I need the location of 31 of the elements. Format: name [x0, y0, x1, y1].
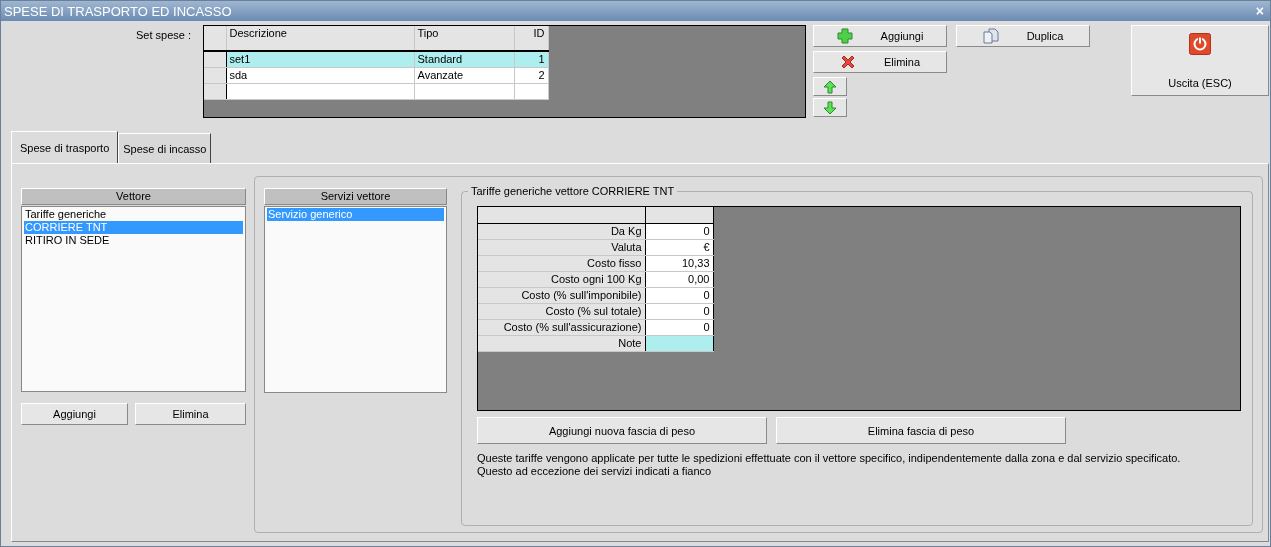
down-arrow-icon [823, 100, 837, 115]
move-up-button[interactable] [813, 77, 847, 96]
list-header: Vettore [21, 188, 246, 205]
window-title: SPESE DI TRASPORTO ED INCASSO [4, 3, 232, 19]
move-down-button[interactable] [813, 98, 847, 117]
fieldset-title: Tariffe generiche vettore CORRIERE TNT [468, 185, 678, 197]
power-icon [1189, 32, 1211, 55]
close-icon [839, 54, 856, 70]
up-arrow-icon [823, 79, 837, 94]
list-header: Servizi vettore [264, 188, 447, 205]
plus-icon [836, 28, 853, 44]
add-button[interactable]: Aggiungi [21, 403, 128, 425]
info-text: Queste tariffe vengono applicate per tutte le spedizioni effettuate con il vettore specifico, indipendentemente dalla zona e dal servizio specificato. [477, 452, 1182, 465]
column-header: Descrizione [226, 26, 414, 51]
add-band-button[interactable]: Aggiungi nuova fascia di peso [477, 417, 767, 444]
info-text: Questo ad eccezione dei servizi indicati a fianco [477, 465, 713, 478]
tab[interactable]: Spese di trasporto [11, 131, 119, 163]
delete-button[interactable]: Elimina [135, 403, 246, 425]
set-label: Set spese : [134, 29, 192, 43]
list-item[interactable]: RITIRO IN SEDE [24, 234, 243, 247]
delete-band-button[interactable]: Elimina fascia di peso [776, 417, 1066, 444]
delete-button[interactable]: Elimina [813, 51, 947, 73]
column-header: Tipo [414, 26, 514, 51]
tab[interactable]: Spese di incasso [118, 133, 212, 163]
list-item[interactable]: Tariffe generiche [24, 208, 243, 221]
duplicate-button[interactable]: Duplica [956, 25, 1090, 47]
row-header-cell [204, 26, 226, 51]
documents-icon [982, 28, 999, 44]
exit-button[interactable]: Uscita (ESC) [1131, 25, 1269, 96]
add-button[interactable]: Aggiungi [813, 25, 947, 47]
column-header: ID [514, 26, 548, 51]
